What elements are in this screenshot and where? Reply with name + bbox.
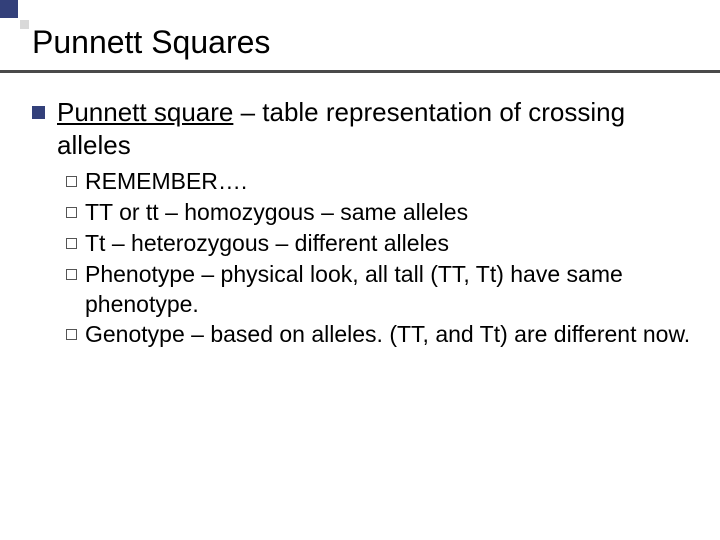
list-item: TT or tt – homozygous – same alleles <box>66 198 692 228</box>
sub-bullets: REMEMBER…. TT or tt – homozygous – same … <box>66 167 692 350</box>
hollow-square-icon <box>66 207 77 218</box>
lead-text: Tt <box>85 230 105 256</box>
lead-text: REMEMBER…. <box>85 168 247 194</box>
rest-text: – heterozygous – different alleles <box>105 230 449 256</box>
deco-square-small <box>20 20 29 29</box>
hollow-square-icon <box>66 238 77 249</box>
list-item: Phenotype – physical look, all tall (TT,… <box>66 260 692 320</box>
list-item-text: TT or tt – homozygous – same alleles <box>85 198 692 228</box>
list-item-text: REMEMBER…. <box>85 167 692 197</box>
deco-square-large <box>0 0 18 18</box>
square-bullet-icon <box>32 106 45 119</box>
hollow-square-icon <box>66 176 77 187</box>
list-item-text: Tt – heterozygous – different alleles <box>85 229 692 259</box>
rest-text: or tt – homozygous – same alleles <box>113 199 468 225</box>
lead-text: Genotype <box>85 321 185 347</box>
slide: Punnett Squares Punnett square – table r… <box>0 0 720 540</box>
list-item-text: Phenotype – physical look, all tall (TT,… <box>85 260 692 320</box>
level1-text: Punnett square – table representation of… <box>57 96 692 161</box>
bullet-level1: Punnett square – table representation of… <box>32 96 692 161</box>
list-item: REMEMBER…. <box>66 167 692 197</box>
hollow-square-icon <box>66 269 77 280</box>
lead-text: TT <box>85 199 113 225</box>
term-underlined: Punnett square <box>57 97 233 127</box>
rest-text: – based on alleles. (TT, and Tt) are dif… <box>185 321 690 347</box>
lead-text: Phenotype <box>85 261 195 287</box>
hollow-square-icon <box>66 329 77 340</box>
title-underline <box>0 70 720 73</box>
list-item-text: Genotype – based on alleles. (TT, and Tt… <box>85 320 692 350</box>
list-item: Genotype – based on alleles. (TT, and Tt… <box>66 320 692 350</box>
slide-title: Punnett Squares <box>32 24 270 61</box>
slide-body: Punnett square – table representation of… <box>32 96 692 351</box>
list-item: Tt – heterozygous – different alleles <box>66 229 692 259</box>
